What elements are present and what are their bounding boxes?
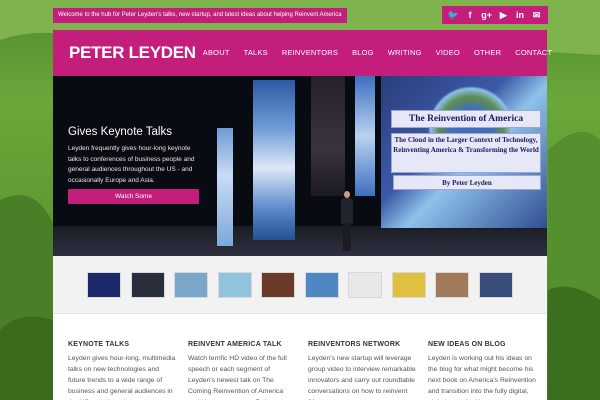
- column-reinventors-network: REINVENTORS NETWORK Leyden's new startup…: [308, 341, 416, 400]
- welcome-banner: Welcome to the hub for Peter Leyden's ta…: [53, 8, 347, 23]
- nav-other[interactable]: OTHER: [467, 30, 508, 76]
- column-body: Leyden's new startup will leverage group…: [308, 355, 416, 400]
- email-icon[interactable]: ✉: [531, 6, 543, 24]
- column-new-ideas-on-blog: NEW IDEAS ON BLOG Leyden is working out …: [428, 341, 536, 400]
- video-thumbnail[interactable]: [217, 272, 252, 298]
- column-title[interactable]: REINVENTORS NETWORK: [308, 341, 416, 348]
- thumbnail-strip: [53, 256, 547, 314]
- slide-byline: By Peter Leyden: [393, 175, 541, 190]
- feature-columns: KEYNOTE TALKS Leyden gives hour-long, mu…: [53, 314, 547, 400]
- column-body: Watch terrific HD video of the full spee…: [188, 355, 294, 400]
- main-nav: ABOUT TALKS REINVENTORS BLOG WRITING VID…: [196, 30, 560, 76]
- hero-body: Leyden frequently gives hour-long keynot…: [68, 145, 195, 184]
- stage-screen: [217, 128, 233, 246]
- twitter-icon[interactable]: 🐦: [447, 6, 459, 24]
- slide-subtitle: The Cloud in the Larger Context of Techn…: [391, 133, 541, 173]
- video-thumbnail[interactable]: [174, 272, 208, 298]
- hero-slider: The Reinvention of America The Cloud in …: [53, 76, 547, 256]
- nav-writing[interactable]: WRITING: [381, 30, 429, 76]
- stage-screen: [355, 76, 375, 196]
- video-thumbnail[interactable]: [435, 272, 469, 298]
- video-thumbnail[interactable]: [87, 272, 121, 298]
- video-thumbnail[interactable]: [130, 272, 165, 298]
- presentation-slide: The Reinvention of America The Cloud in …: [381, 76, 547, 228]
- google-plus-icon[interactable]: g+: [481, 6, 493, 24]
- nav-contact[interactable]: CONTACT: [508, 30, 559, 76]
- nav-reinventors[interactable]: REINVENTORS: [275, 30, 345, 76]
- hero-heading: Gives Keynote Talks: [68, 126, 172, 138]
- column-title[interactable]: REINVENT AMERICA TALK: [188, 341, 296, 348]
- site-header: PETER LEYDEN ABOUT TALKS REINVENTORS BLO…: [53, 30, 552, 76]
- video-thumbnail[interactable]: [348, 272, 382, 298]
- youtube-icon[interactable]: ▶: [497, 6, 509, 24]
- stage-screen: [311, 76, 345, 196]
- stage-screen: [253, 80, 295, 240]
- column-title[interactable]: NEW IDEAS ON BLOG: [428, 341, 536, 348]
- nav-blog[interactable]: BLOG: [345, 30, 381, 76]
- video-thumbnail[interactable]: [478, 272, 513, 298]
- slide-title: The Reinvention of America: [391, 110, 541, 128]
- social-links: 🐦 f g+ ▶ in ✉: [442, 6, 548, 24]
- column-keynote-talks: KEYNOTE TALKS Leyden gives hour-long, mu…: [68, 341, 176, 400]
- site-logo[interactable]: PETER LEYDEN: [69, 43, 196, 63]
- nav-video[interactable]: VIDEO: [429, 30, 467, 76]
- nav-talks[interactable]: TALKS: [237, 30, 275, 76]
- speaker-figure: [340, 191, 354, 251]
- video-thumbnail[interactable]: [261, 272, 295, 298]
- column-body: Leyden gives hour-long, multimedia talks…: [68, 355, 176, 400]
- column-title[interactable]: KEYNOTE TALKS: [68, 341, 176, 348]
- column-body: Leyden is working out his ideas on the b…: [428, 355, 536, 400]
- video-thumbnail[interactable]: [304, 272, 339, 298]
- video-thumbnail[interactable]: [391, 272, 426, 298]
- hero-caption: Gives Keynote Talks Leyden frequently gi…: [68, 126, 203, 186]
- facebook-icon[interactable]: f: [464, 6, 476, 24]
- column-reinvent-america-talk: REINVENT AMERICA TALK Watch terrific HD …: [188, 341, 296, 400]
- linkedin-icon[interactable]: in: [514, 6, 526, 24]
- nav-about[interactable]: ABOUT: [196, 30, 237, 76]
- stage-floor: [53, 226, 547, 256]
- watch-some-button[interactable]: Watch Some: [68, 189, 199, 204]
